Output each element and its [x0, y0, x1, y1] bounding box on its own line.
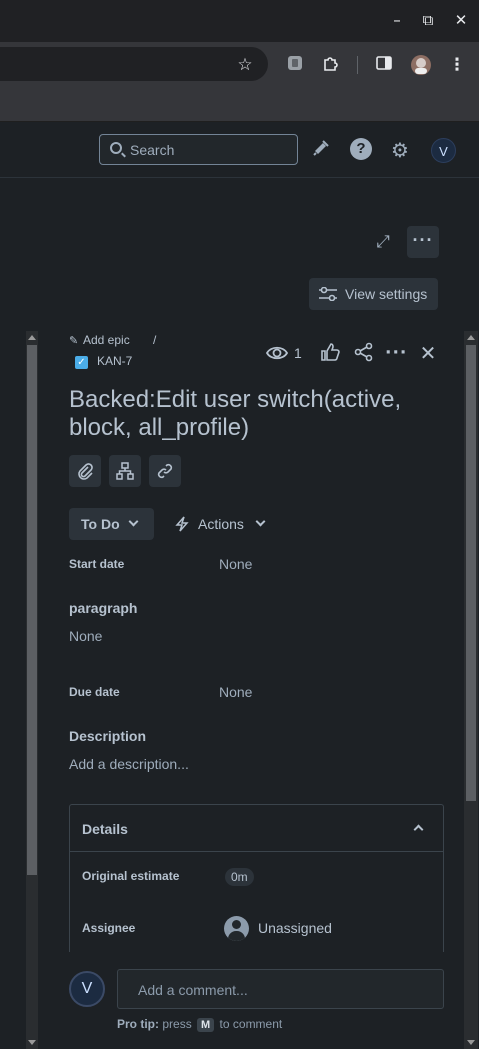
status-label: To Do — [81, 516, 120, 532]
chevron-down-icon — [128, 516, 139, 527]
paperclip-icon — [78, 463, 93, 480]
details-header[interactable]: Details — [70, 805, 443, 852]
puzzle-icon[interactable] — [320, 54, 342, 76]
link-issue-button[interactable] — [149, 455, 181, 487]
due-date-value[interactable]: None — [219, 684, 252, 700]
scroll-down-arrow[interactable] — [28, 1040, 36, 1045]
like-thumbs-up-icon[interactable] — [319, 342, 341, 364]
right-scrollbar[interactable] — [464, 331, 478, 1049]
browser-titlebar: – ⧉ ✕ — [0, 0, 479, 42]
comment-avatar: V — [69, 971, 105, 1007]
attach-button[interactable] — [69, 455, 101, 487]
profile-avatar[interactable]: V — [431, 138, 456, 163]
watch-count[interactable]: 1 — [294, 345, 302, 361]
scrollbar-thumb[interactable] — [27, 345, 37, 875]
paragraph-value[interactable]: None — [69, 628, 102, 644]
protip-press: press — [162, 1017, 192, 1031]
minimize-icon[interactable]: – — [387, 10, 407, 30]
help-icon[interactable]: ? — [350, 138, 372, 160]
chevron-up-icon[interactable] — [413, 824, 424, 835]
add-epic-link[interactable]: ✎ Add epic — [69, 333, 130, 347]
status-dropdown[interactable]: To Do — [69, 508, 154, 540]
add-epic-label: Add epic — [83, 333, 130, 347]
add-child-issue-button[interactable] — [109, 455, 141, 487]
due-date-label: Due date — [69, 685, 120, 699]
pro-tip: Pro tip: press M to comment — [117, 1017, 282, 1032]
extension-icon[interactable] — [284, 54, 306, 76]
start-date-label: Start date — [69, 557, 125, 571]
search-input[interactable] — [130, 140, 290, 160]
close-window-icon[interactable]: ✕ — [451, 10, 471, 30]
original-estimate-value[interactable]: 0m — [225, 868, 254, 886]
hierarchy-icon — [116, 462, 134, 480]
notifications-icon[interactable] — [309, 138, 333, 162]
left-scrollbar[interactable] — [26, 331, 38, 1049]
breadcrumb-separator: / — [153, 333, 157, 347]
bookmarks-bar — [0, 87, 479, 122]
scroll-up-arrow[interactable] — [28, 335, 36, 340]
assignee-label: Assignee — [82, 921, 136, 935]
toolbar-divider — [357, 56, 358, 74]
star-icon[interactable]: ☆ — [234, 54, 256, 76]
view-settings-button[interactable]: View settings — [309, 278, 438, 310]
actions-label: Actions — [198, 516, 244, 532]
view-settings-label: View settings — [345, 286, 428, 302]
scroll-up-arrow[interactable] — [467, 335, 475, 340]
restore-icon[interactable]: ⧉ — [418, 10, 438, 30]
issue-key-link[interactable]: KAN-7 — [97, 354, 132, 368]
description-label: Description — [69, 728, 147, 744]
close-icon[interactable]: ✕ — [417, 342, 439, 364]
search-icon — [110, 142, 122, 154]
expand-icon[interactable]: ⤢ — [371, 230, 395, 254]
chevron-down-icon — [255, 516, 266, 527]
watch-eye-icon[interactable] — [266, 343, 288, 363]
protip-prefix: Pro tip: — [117, 1017, 159, 1031]
keyboard-shortcut-key: M — [197, 1018, 215, 1032]
paragraph-label: paragraph — [69, 600, 138, 616]
lightning-icon — [175, 516, 189, 532]
details-panel: Details Original estimate 0m Assignee Un… — [69, 804, 444, 952]
scroll-down-arrow[interactable] — [467, 1040, 475, 1045]
issue-more-icon[interactable]: ··· — [385, 342, 407, 364]
scrollbar-thumb[interactable] — [466, 345, 476, 801]
share-icon[interactable] — [353, 342, 375, 364]
sidepanel-icon[interactable] — [373, 54, 395, 76]
protip-suffix: to comment — [219, 1017, 283, 1031]
start-date-value[interactable]: None — [219, 556, 252, 572]
search-field[interactable] — [99, 134, 298, 165]
link-icon — [157, 463, 173, 479]
comment-input[interactable] — [138, 980, 428, 1000]
sliders-icon — [319, 287, 337, 301]
task-type-icon: ✓ — [75, 356, 88, 369]
browser-menu-icon[interactable]: ⋮ — [446, 54, 468, 76]
address-bar[interactable] — [0, 47, 268, 81]
description-field[interactable]: Add a description... — [69, 756, 189, 772]
original-estimate-label: Original estimate — [82, 869, 180, 883]
unassigned-avatar-icon[interactable] — [224, 916, 249, 941]
profile-icon[interactable] — [410, 54, 432, 76]
browser-toolbar: ☆ ⋮ — [0, 42, 479, 87]
comment-field[interactable] — [117, 969, 444, 1009]
settings-gear-icon[interactable]: ⚙ — [388, 138, 412, 162]
issue-summary[interactable]: Backed:Edit user switch(active, block, a… — [69, 386, 449, 442]
assignee-value[interactable]: Unassigned — [258, 920, 332, 936]
actions-dropdown[interactable]: Actions — [172, 508, 272, 540]
details-title: Details — [82, 821, 128, 837]
more-options-button[interactable]: ··· — [407, 226, 439, 258]
pencil-icon: ✎ — [69, 334, 79, 347]
